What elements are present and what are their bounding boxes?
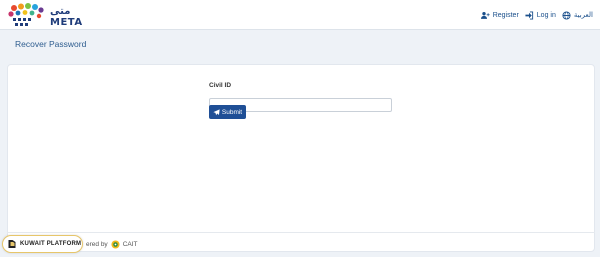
logo-arabic-text: متى [50, 6, 71, 17]
powered-by-text: ered by [86, 241, 108, 248]
logo-text: META [50, 17, 83, 28]
register-label: Register [492, 11, 519, 19]
kuwait-platform-badge[interactable]: KUWAIT PLATFORM [2, 235, 83, 253]
logo-emblem-icon [8, 3, 44, 26]
kuwait-platform-icon [8, 240, 16, 248]
civil-id-label: Civil ID [209, 82, 232, 89]
meta-logo[interactable]: متى META [6, 3, 82, 28]
register-link[interactable]: Register [478, 11, 522, 20]
submit-label: Submit [221, 108, 243, 116]
cait-logo-icon [111, 240, 120, 249]
page-title: Recover Password [15, 39, 87, 49]
language-link[interactable]: العربية [559, 10, 596, 20]
paper-plane-icon [213, 108, 220, 115]
login-label: Log in [536, 11, 556, 19]
submit-button[interactable]: Submit [209, 105, 246, 119]
user-plus-icon [480, 11, 490, 19]
top-navbar: متى META Register Log in العربية [0, 0, 600, 30]
sign-in-icon [525, 10, 533, 20]
platform-badge-label: KUWAIT PLATFORM [20, 241, 82, 247]
footer-divider [7, 232, 595, 233]
powered-by: ered by CAIT [86, 240, 138, 249]
login-link[interactable]: Log in [522, 10, 559, 20]
globe-icon [562, 10, 571, 20]
powered-by-org: CAIT [122, 241, 138, 248]
top-nav: Register Log in العربية [478, 8, 596, 22]
language-label: العربية [573, 12, 593, 19]
